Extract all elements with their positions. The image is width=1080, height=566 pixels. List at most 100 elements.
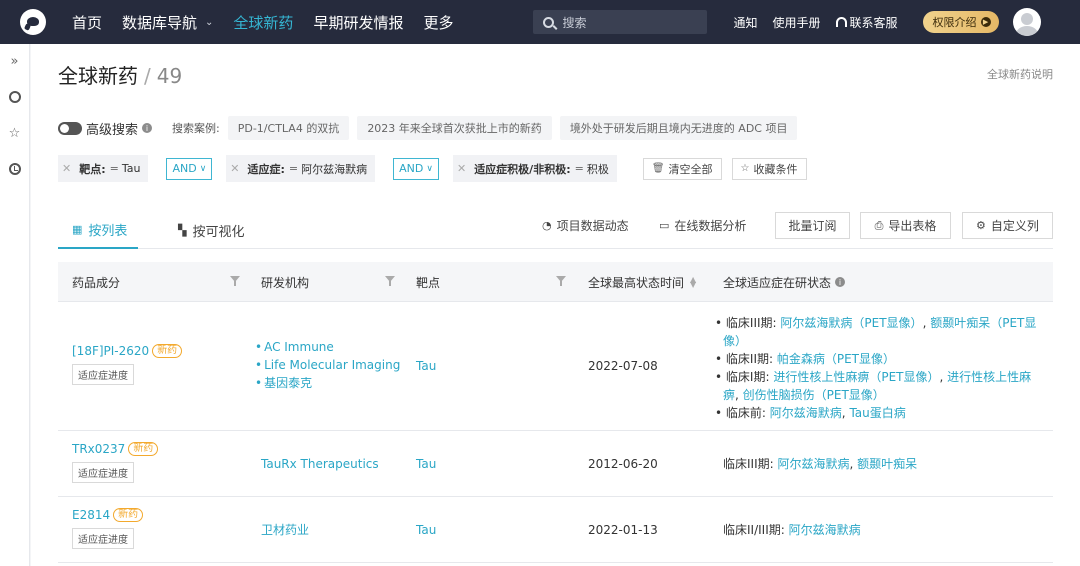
gear-icon: ⚙: [976, 219, 986, 232]
status-cell: 临床III期: 阿尔兹海默病, 额颞叶痴呆: [723, 457, 918, 471]
indication-progress-button[interactable]: 适应症进度: [72, 364, 134, 385]
view-tabs: ▦ 按列表 ▚ 按可视化 ◔ 项目数据动态 ▭ 在线数据分析 批量订阅 ⎙ 导出表格 ⚙ 自…: [58, 212, 1053, 249]
indication-link[interactable]: 额颞叶痴呆: [857, 457, 917, 471]
filter-value: 阿尔兹海默病: [301, 162, 368, 176]
online-analysis-link[interactable]: ▭ 在线数据分析: [659, 212, 746, 239]
info-icon[interactable]: i: [835, 277, 846, 287]
org-name: AC Immune: [264, 340, 334, 354]
org-link[interactable]: • Life Molecular Imaging: [255, 356, 400, 374]
target-link[interactable]: Tau: [416, 359, 436, 373]
project-data-news-link[interactable]: ◔ 项目数据动态: [542, 212, 629, 239]
header-org: 研发机构: [261, 275, 310, 290]
indication-link[interactable]: 像）: [723, 334, 747, 348]
date-value: 2022-01-13: [588, 523, 658, 537]
drug-cell: [18F]PI-2620 新药 适应症进度: [72, 344, 183, 385]
nav-notifications-label: 通知: [733, 15, 758, 30]
nav-early-rd[interactable]: 早期研发情报: [313, 12, 403, 33]
nav-notifications[interactable]: 通知: [733, 14, 757, 31]
drug-link[interactable]: E2814 新药: [72, 508, 144, 522]
header-date[interactable]: 全球最高状态时间 ▲ ▼: [588, 262, 696, 302]
org-link[interactable]: TauRx Therapeutics: [261, 455, 379, 473]
table-row: E2814 新药 适应症进度 卫材药业 Tau 2022-01-13 临床II/I…: [58, 497, 1053, 563]
nav-database[interactable]: 数据库导航 ⌄: [122, 12, 213, 33]
clear-all-button[interactable]: 🗑 清空全部: [642, 157, 722, 180]
indication-progress-button[interactable]: 适应症进度: [72, 462, 134, 483]
header-status: 全球适应症在研状态 i: [723, 262, 846, 302]
indication-link[interactable]: 创伤性脑损伤（PET显像）: [743, 388, 885, 402]
indication-link[interactable]: 帕金森病（PET显像）: [777, 352, 895, 366]
search-input[interactable]: 搜索: [533, 10, 708, 34]
dynamic-icon: ◔: [542, 219, 552, 232]
chat-icon[interactable]: [8, 90, 22, 104]
example-chip[interactable]: 2023 年来全球首次获批上市的新药: [357, 116, 552, 140]
target-link[interactable]: Tau: [416, 523, 436, 537]
save-filter-button[interactable]: ☆ 收藏条件: [731, 157, 807, 180]
header-status-label: 全球适应症在研状态: [723, 275, 832, 290]
batch-subscribe-label: 批量订阅: [788, 219, 837, 233]
org-link[interactable]: • AC Immune: [255, 338, 400, 356]
status-line: 痹, 创伤性脑损伤（PET显像）: [723, 388, 885, 402]
operator-select[interactable]: AND ∨: [166, 157, 213, 180]
advanced-search-toggle[interactable]: [58, 121, 82, 135]
phase-label: 临床II/III期:: [723, 523, 785, 537]
nav-manual[interactable]: 使用手册: [772, 14, 820, 31]
filter-icon[interactable]: [230, 276, 240, 286]
nav-home-label: 首页: [72, 13, 103, 32]
org-link[interactable]: 卫材药业: [261, 521, 309, 539]
drug-link[interactable]: [18F]PI-2620 新药: [72, 344, 183, 358]
nav-support[interactable]: 联系客服: [835, 14, 898, 31]
nav-home[interactable]: 首页: [72, 12, 102, 33]
operator-select[interactable]: AND ∨: [393, 157, 439, 180]
expand-icon[interactable]: »: [8, 54, 22, 69]
target-link[interactable]: Tau: [416, 457, 436, 471]
close-icon[interactable]: ✕: [230, 162, 239, 175]
logo[interactable]: [20, 9, 46, 35]
filter-chip-positive[interactable]: ✕ 适应症积极/非积极: = 积极: [452, 155, 617, 182]
indication-link[interactable]: 阿尔兹海默病（PET显像）: [780, 316, 922, 330]
equals-sign: =: [109, 162, 119, 175]
nav-global-new-drugs[interactable]: 全球新药: [233, 12, 293, 33]
equals-sign: =: [574, 162, 584, 175]
drug-link[interactable]: TRx0237 新药: [72, 442, 159, 456]
org-name: 基因泰克: [264, 376, 313, 390]
batch-subscribe-button[interactable]: 批量订阅: [775, 212, 850, 239]
tab-visual[interactable]: ▚ 按可视化: [178, 212, 244, 249]
advanced-search-row: 高级搜索 i 搜索案例: PD-1/CTLA4 的双抗 2023 年来全球首次获…: [58, 116, 805, 140]
nav-more[interactable]: 更多: [423, 12, 453, 33]
filter-icon[interactable]: [556, 276, 566, 286]
close-icon[interactable]: ✕: [62, 162, 71, 175]
info-icon[interactable]: i: [142, 123, 153, 133]
indication-link[interactable]: 进行性核上性麻痹（PET显像）: [773, 370, 939, 384]
history-icon[interactable]: [8, 162, 22, 176]
indication-link[interactable]: 阿尔兹海默病: [770, 406, 842, 420]
filter-chip-target[interactable]: ✕ 靶点: = Tau: [58, 155, 149, 182]
close-icon[interactable]: ✕: [457, 162, 466, 175]
explain-link[interactable]: 全球新药说明: [987, 66, 1053, 82]
example-chip[interactable]: PD-1/CTLA4 的双抗: [227, 116, 350, 140]
indication-link[interactable]: 痹: [723, 388, 735, 402]
indication-link[interactable]: 进行性核上性麻: [947, 370, 1031, 384]
tab-list[interactable]: ▦ 按列表: [58, 212, 138, 249]
right-nav: 通知 使用手册 联系客服 权限介绍 ▶: [733, 8, 1041, 36]
filter-key: 靶点:: [79, 162, 106, 176]
drug-name: E2814: [72, 508, 111, 522]
example-chip[interactable]: 境外处于研发后期且境内无进度的 ADC 项目: [559, 116, 798, 140]
permission-intro-button[interactable]: 权限介绍 ▶: [922, 11, 999, 33]
indication-link[interactable]: 阿尔兹海默病: [778, 457, 850, 471]
export-table-button[interactable]: ⎙ 导出表格: [860, 212, 951, 239]
star-icon[interactable]: ☆: [8, 126, 22, 141]
status-line: • 临床I期: 进行性核上性麻痹（PET显像）, 进行性核上性麻: [715, 370, 1032, 384]
indication-progress-button[interactable]: 适应症进度: [72, 528, 134, 549]
org-link[interactable]: • 基因泰克: [255, 374, 400, 392]
advanced-search-label: 高级搜索: [86, 122, 139, 138]
status-line: • 临床III期: 阿尔兹海默病（PET显像）, 额颞叶痴呆（PET显: [715, 316, 1037, 330]
indication-link[interactable]: 额颞叶痴呆（PET显: [930, 316, 1036, 330]
page-title-bar: 全球新药 / 49: [58, 60, 182, 89]
custom-columns-button[interactable]: ⚙ 自定义列: [962, 212, 1053, 239]
filter-chip-indication[interactable]: ✕ 适应症: = 阿尔兹海默病: [226, 155, 376, 182]
avatar[interactable]: [1012, 8, 1041, 36]
indication-link[interactable]: 阿尔兹海默病: [789, 523, 861, 537]
filter-icon[interactable]: [385, 276, 395, 286]
online-analysis-label: 在线数据分析: [674, 219, 747, 233]
indication-link[interactable]: Tau蛋白病: [849, 406, 905, 420]
